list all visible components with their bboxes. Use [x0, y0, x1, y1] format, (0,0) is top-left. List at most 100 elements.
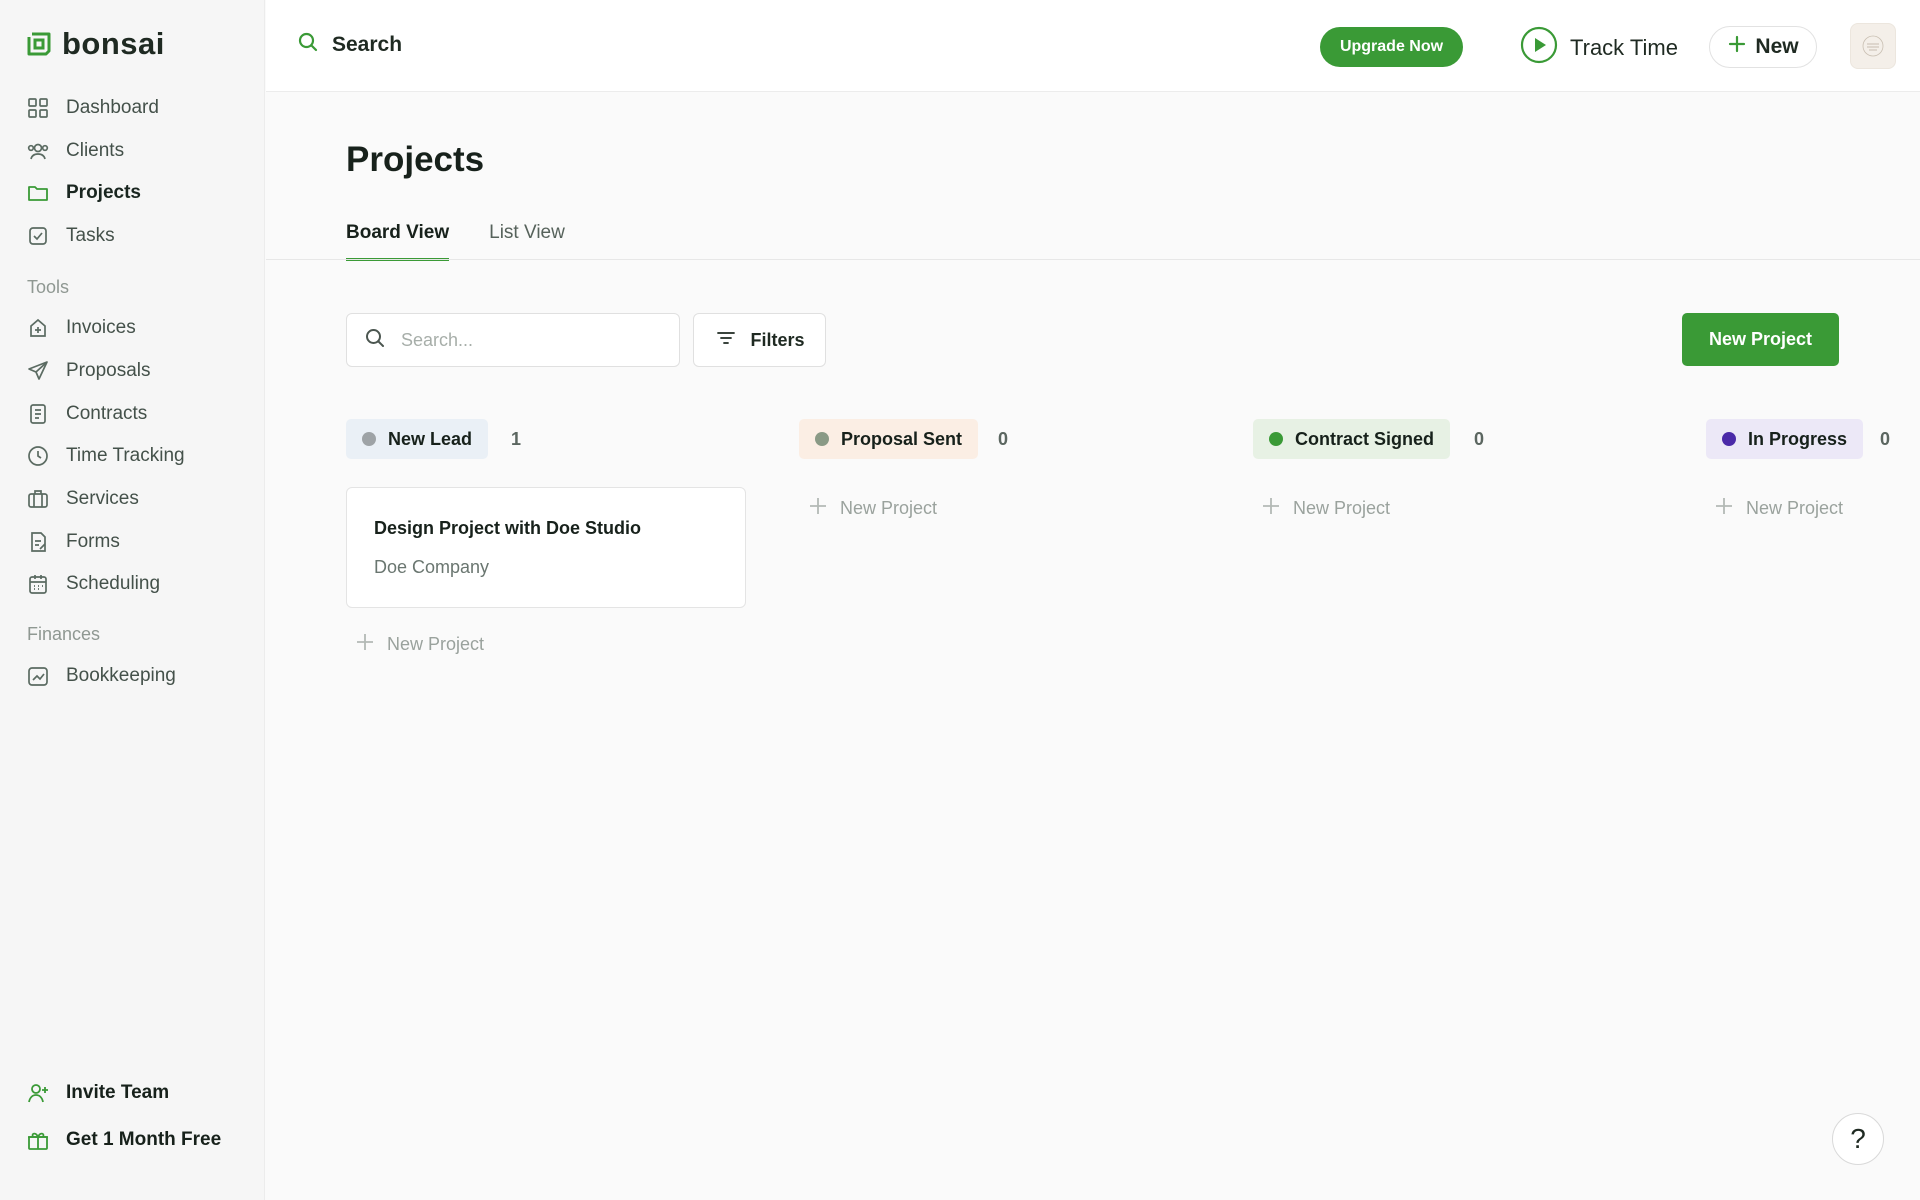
board-column-proposal-sent: Proposal Sent 0	[799, 419, 1008, 459]
sidebar: bonsai Dashboard Clients Projects Tasks …	[0, 0, 265, 1200]
add-project-new-lead[interactable]: New Project	[355, 632, 484, 657]
gift-icon	[26, 1128, 50, 1152]
help-button[interactable]: ?	[1832, 1113, 1884, 1165]
filter-icon	[714, 326, 738, 355]
board-column-in-progress: In Progress 0	[1706, 419, 1890, 459]
upgrade-now-button[interactable]: Upgrade Now	[1320, 27, 1463, 67]
sidebar-item-services[interactable]: Services	[26, 482, 139, 516]
status-dot	[362, 432, 376, 446]
get-free-month-button[interactable]: Get 1 Month Free	[26, 1123, 221, 1157]
column-count: 0	[1474, 429, 1485, 449]
sidebar-item-label: Dashboard	[66, 97, 159, 118]
tabs-divider	[266, 259, 1920, 260]
send-icon	[26, 359, 50, 383]
add-project-in-progress[interactable]: New Project	[1714, 496, 1843, 521]
project-search	[346, 313, 680, 367]
finances-heading: Finances	[27, 624, 101, 644]
sidebar-item-label: Invoices	[66, 317, 136, 338]
track-time-button[interactable]: Track Time	[1520, 26, 1678, 70]
sidebar-item-bookkeeping[interactable]: Bookkeeping	[26, 659, 176, 693]
status-dot	[815, 432, 829, 446]
project-card-title: Design Project with Doe Studio	[374, 518, 642, 538]
global-search-label: Search	[332, 33, 403, 56]
sidebar-item-dashboard[interactable]: Dashboard	[26, 91, 159, 125]
sidebar-item-tasks[interactable]: Tasks	[26, 219, 115, 253]
sidebar-item-proposals[interactable]: Proposals	[26, 354, 151, 388]
column-name: Contract Signed	[1295, 428, 1435, 449]
add-project-label: New Project	[840, 498, 938, 518]
new-button[interactable]: New	[1709, 26, 1817, 68]
add-project-label: New Project	[1293, 498, 1391, 518]
get-free-month-label: Get 1 Month Free	[66, 1129, 222, 1150]
add-project-label: New Project	[1746, 498, 1844, 518]
plus-icon	[355, 632, 375, 657]
plus-icon	[808, 496, 828, 521]
board-column-contract-signed: Contract Signed 0	[1253, 419, 1484, 459]
invite-team-button[interactable]: Invite Team	[26, 1076, 169, 1110]
sidebar-item-label: Forms	[66, 531, 120, 552]
grid-icon	[26, 96, 50, 120]
sidebar-item-forms[interactable]: Forms	[26, 525, 120, 559]
search-icon	[363, 326, 387, 355]
column-count: 0	[1880, 429, 1891, 449]
column-header: New Lead	[346, 419, 489, 459]
brand-name: bonsai	[62, 26, 165, 61]
plus-icon	[1727, 34, 1747, 60]
add-project-contract-signed[interactable]: New Project	[1261, 496, 1390, 521]
project-search-input[interactable]	[401, 329, 661, 351]
sidebar-item-invoices[interactable]: Invoices	[26, 311, 136, 345]
sidebar-item-label: Services	[66, 488, 139, 509]
briefcase-icon	[26, 487, 50, 511]
tools-heading: Tools	[27, 277, 70, 297]
status-dot	[1722, 432, 1736, 446]
sidebar-item-label: Proposals	[66, 360, 151, 381]
column-count: 1	[511, 429, 522, 449]
chart-icon	[26, 664, 50, 688]
calendar-icon	[26, 572, 50, 596]
new-project-button[interactable]: New Project	[1682, 313, 1839, 366]
sidebar-item-projects[interactable]: Projects	[26, 176, 141, 210]
sidebar-item-label: Projects	[66, 182, 141, 203]
status-dot	[1269, 432, 1283, 446]
form-icon	[26, 530, 50, 554]
invoice-icon	[26, 316, 50, 340]
sidebar-item-label: Tasks	[66, 225, 115, 246]
sidebar-item-label: Contracts	[66, 403, 148, 424]
invite-team-label: Invite Team	[66, 1082, 170, 1103]
project-card[interactable]: Design Project with Doe Studio Doe Compa…	[346, 487, 746, 608]
add-project-label: New Project	[387, 634, 485, 654]
question-icon: ?	[1850, 1123, 1866, 1154]
document-icon	[26, 402, 50, 426]
sidebar-item-scheduling[interactable]: Scheduling	[26, 567, 160, 601]
global-search[interactable]: Search	[296, 30, 402, 60]
users-icon	[26, 139, 50, 163]
column-count: 0	[998, 429, 1009, 449]
column-header: Contract Signed	[1253, 419, 1451, 459]
sidebar-item-contracts[interactable]: Contracts	[26, 397, 147, 431]
avatar[interactable]	[1850, 23, 1896, 69]
search-icon	[296, 30, 320, 60]
studio-logo-icon	[1862, 35, 1884, 57]
column-name: New Lead	[388, 428, 473, 449]
sidebar-item-label: Scheduling	[66, 573, 161, 594]
plus-icon	[1714, 496, 1734, 521]
checkbox-icon	[26, 224, 50, 248]
sidebar-item-clients[interactable]: Clients	[26, 134, 124, 168]
column-header: In Progress	[1706, 419, 1864, 459]
folder-icon	[26, 181, 50, 205]
tab-list-view[interactable]: List View	[489, 222, 565, 261]
filters-button[interactable]: Filters	[693, 313, 826, 367]
column-header: Proposal Sent	[799, 419, 979, 459]
topbar: Search Upgrade Now Track Time New	[266, 0, 1920, 92]
sidebar-item-label: Bookkeeping	[66, 665, 176, 686]
sidebar-item-label: Time Tracking	[66, 445, 185, 466]
sidebar-item-time-tracking[interactable]: Time Tracking	[26, 439, 185, 473]
bonsai-logo-icon	[26, 31, 52, 57]
bonsai-logo[interactable]: bonsai	[26, 28, 165, 59]
board-column-new-lead: New Lead 1	[346, 419, 521, 459]
column-name: Proposal Sent	[841, 428, 963, 449]
tab-board-view[interactable]: Board View	[346, 222, 450, 261]
column-name: In Progress	[1748, 428, 1848, 449]
add-project-proposal-sent[interactable]: New Project	[808, 496, 937, 521]
track-time-label: Track Time	[1570, 35, 1678, 60]
